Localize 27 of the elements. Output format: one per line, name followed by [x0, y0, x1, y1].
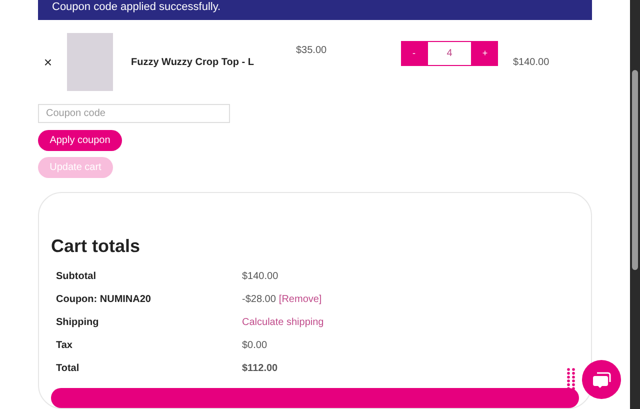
- cart-totals-title: Cart totals: [51, 235, 142, 258]
- totals-label: Total: [56, 362, 80, 376]
- totals-value: -$28.00: [242, 293, 276, 308]
- decrease-button[interactable]: -: [401, 40, 427, 66]
- drag-handle-icon: [567, 368, 575, 390]
- increase-button[interactable]: +: [472, 40, 498, 66]
- chat-bubble-icon: [592, 370, 612, 390]
- product-price: $35.00: [296, 44, 328, 58]
- totals-value: $0.00: [242, 339, 268, 354]
- totals-label: Shipping: [56, 316, 100, 330]
- checkout-button[interactable]: [51, 388, 579, 408]
- notice-text: Coupon code applied successfully.: [52, 0, 221, 15]
- totals-label: Coupon: NUMINA20: [56, 293, 152, 308]
- totals-value: $112.00: [242, 362, 278, 376]
- line-subtotal: $140.00: [513, 56, 550, 70]
- remove-item-button[interactable]: ×: [40, 54, 56, 69]
- totals-label: Subtotal: [56, 270, 97, 284]
- remove-coupon-link[interactable]: [Remove]: [278, 292, 322, 308]
- photo-placeholder: [67, 32, 113, 91]
- chat-button[interactable]: [582, 360, 621, 399]
- coupon-field[interactable]: Coupon code: [38, 104, 230, 124]
- product-name: Fuzzy Wuzzy Crop Top - L: [131, 56, 255, 70]
- quantity-field[interactable]: 4: [427, 40, 472, 66]
- calculate-shipping-link[interactable]: Calculate shipping: [242, 315, 324, 330]
- apply-coupon-button[interactable]: Apply coupon: [38, 130, 122, 152]
- totals-value: $140.00: [242, 270, 278, 284]
- totals-label: Tax: [56, 339, 74, 354]
